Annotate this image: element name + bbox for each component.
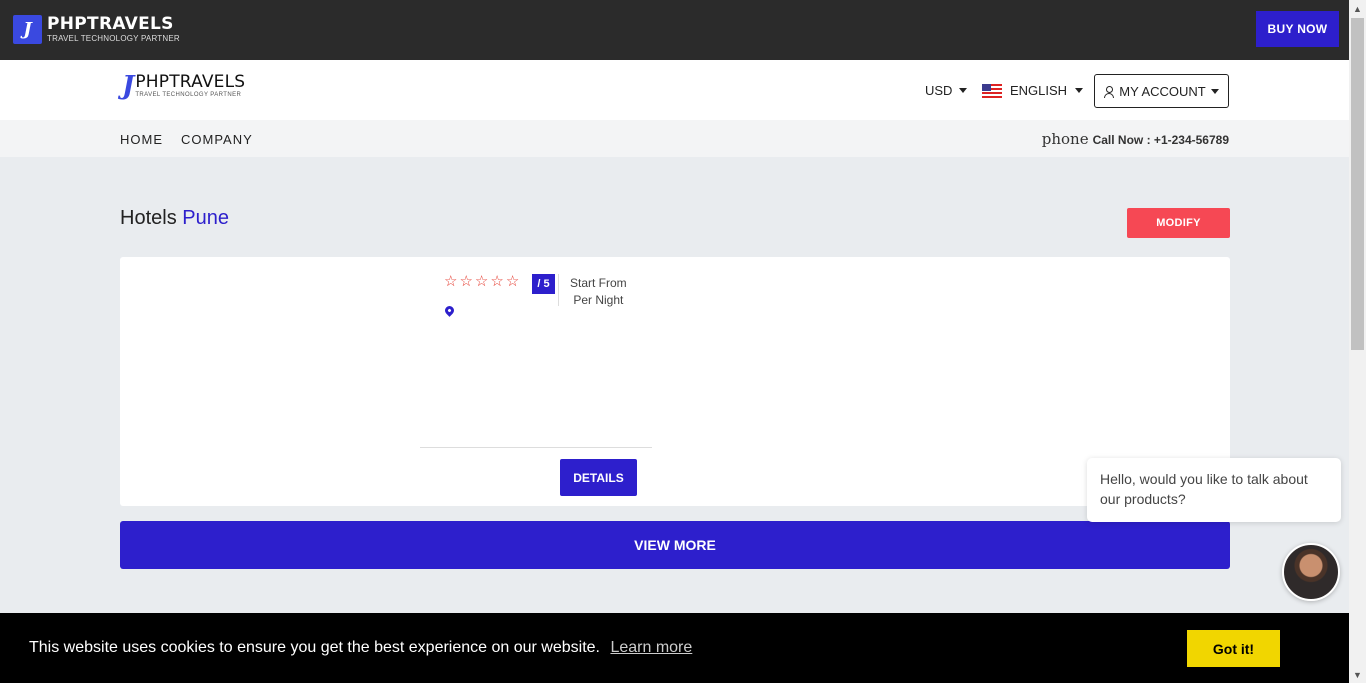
star-outline-icon: ☆	[505, 273, 520, 290]
page-title-prefix: Hotels	[120, 207, 177, 229]
main-nav: HOME COMPANY phone Call Now : +1-234-567…	[0, 120, 1349, 157]
cookie-banner: This website uses cookies to ensure you …	[0, 613, 1349, 683]
star-rating: ☆ ☆ ☆ ☆ ☆	[444, 274, 519, 289]
top-logo-tagline: TRAVEL TECHNOLOGY PARTNER	[47, 34, 180, 43]
details-button[interactable]: DETAILS	[560, 459, 637, 496]
star-outline-icon: ☆	[490, 273, 504, 290]
page-scrollbar[interactable]: ▲ ▼	[1349, 0, 1366, 683]
star-outline-icon: ☆	[444, 273, 458, 290]
star-outline-icon: ☆	[474, 273, 489, 290]
cookie-message: This website uses cookies to ensure you …	[29, 639, 692, 657]
price-per-night: Per Night	[573, 293, 624, 307]
divider	[420, 447, 652, 448]
caret-down-icon	[959, 88, 968, 93]
page-title-city: Pune	[182, 207, 229, 229]
brand-logo[interactable]: J PHPTRAVELS TRAVEL TECHNOLOGY PARTNER	[122, 73, 245, 99]
language-dropdown[interactable]: ENGLISH	[982, 83, 1084, 98]
brand-mark-icon: J	[122, 71, 135, 101]
scroll-up-arrow-icon[interactable]: ▲	[1349, 0, 1366, 17]
buy-now-button[interactable]: BUY NOW	[1256, 11, 1339, 47]
chat-message-bubble[interactable]: Hello, would you like to talk about our …	[1087, 458, 1341, 522]
caret-down-icon	[1075, 88, 1084, 93]
top-logo[interactable]: J PHPTRAVELS TRAVEL TECHNOLOGY PARTNER	[13, 15, 180, 44]
price-start-from: Start From	[570, 276, 627, 290]
view-more-button[interactable]: VIEW MORE	[120, 521, 1230, 569]
location-pin-icon	[443, 304, 456, 317]
rating-badge: / 5	[532, 274, 555, 294]
call-now[interactable]: phone Call Now : +1-234-56789	[1042, 130, 1229, 148]
us-flag-icon	[982, 83, 1002, 98]
nav-item-home[interactable]: HOME	[120, 132, 163, 147]
cookie-accept-button[interactable]: Got it!	[1187, 630, 1280, 667]
chat-avatar[interactable]	[1282, 543, 1340, 601]
language-label: ENGLISH	[1010, 83, 1068, 98]
price-label: Start From Per Night	[570, 275, 627, 309]
top-bar: J PHPTRAVELS TRAVEL TECHNOLOGY PARTNER B…	[0, 0, 1349, 60]
cookie-text: This website uses cookies to ensure you …	[29, 639, 600, 656]
currency-label: USD	[925, 83, 953, 98]
my-account-label: MY ACCOUNT	[1119, 83, 1206, 99]
user-icon	[1104, 85, 1115, 98]
logo-mark-icon: J	[13, 15, 42, 44]
currency-dropdown[interactable]: USD	[925, 83, 968, 98]
phone-number: Call Now : +1-234-56789	[1092, 133, 1229, 147]
modify-search-button[interactable]: MODIFY	[1127, 208, 1230, 238]
top-logo-name: PHPTRAVELS	[47, 14, 174, 34]
nav-item-company[interactable]: COMPANY	[181, 132, 253, 147]
scroll-down-arrow-icon[interactable]: ▼	[1349, 666, 1366, 683]
star-outline-icon: ☆	[459, 273, 473, 290]
scroll-thumb[interactable]	[1351, 18, 1364, 350]
site-header: J PHPTRAVELS TRAVEL TECHNOLOGY PARTNER U…	[0, 60, 1349, 120]
phone-icon: phone	[1041, 130, 1089, 148]
page-title: Hotels Pune	[120, 207, 229, 230]
brand-name: PHPTRAVELS	[135, 72, 246, 92]
hotel-card: ☆ ☆ ☆ ☆ ☆ / 5 Start From Per Night DETAI…	[120, 257, 1230, 506]
divider	[558, 274, 559, 306]
learn-more-link[interactable]: Learn more	[610, 639, 692, 656]
my-account-button[interactable]: MY ACCOUNT	[1094, 74, 1229, 108]
caret-down-icon	[1210, 88, 1219, 94]
brand-tagline: TRAVEL TECHNOLOGY PARTNER	[135, 92, 242, 98]
